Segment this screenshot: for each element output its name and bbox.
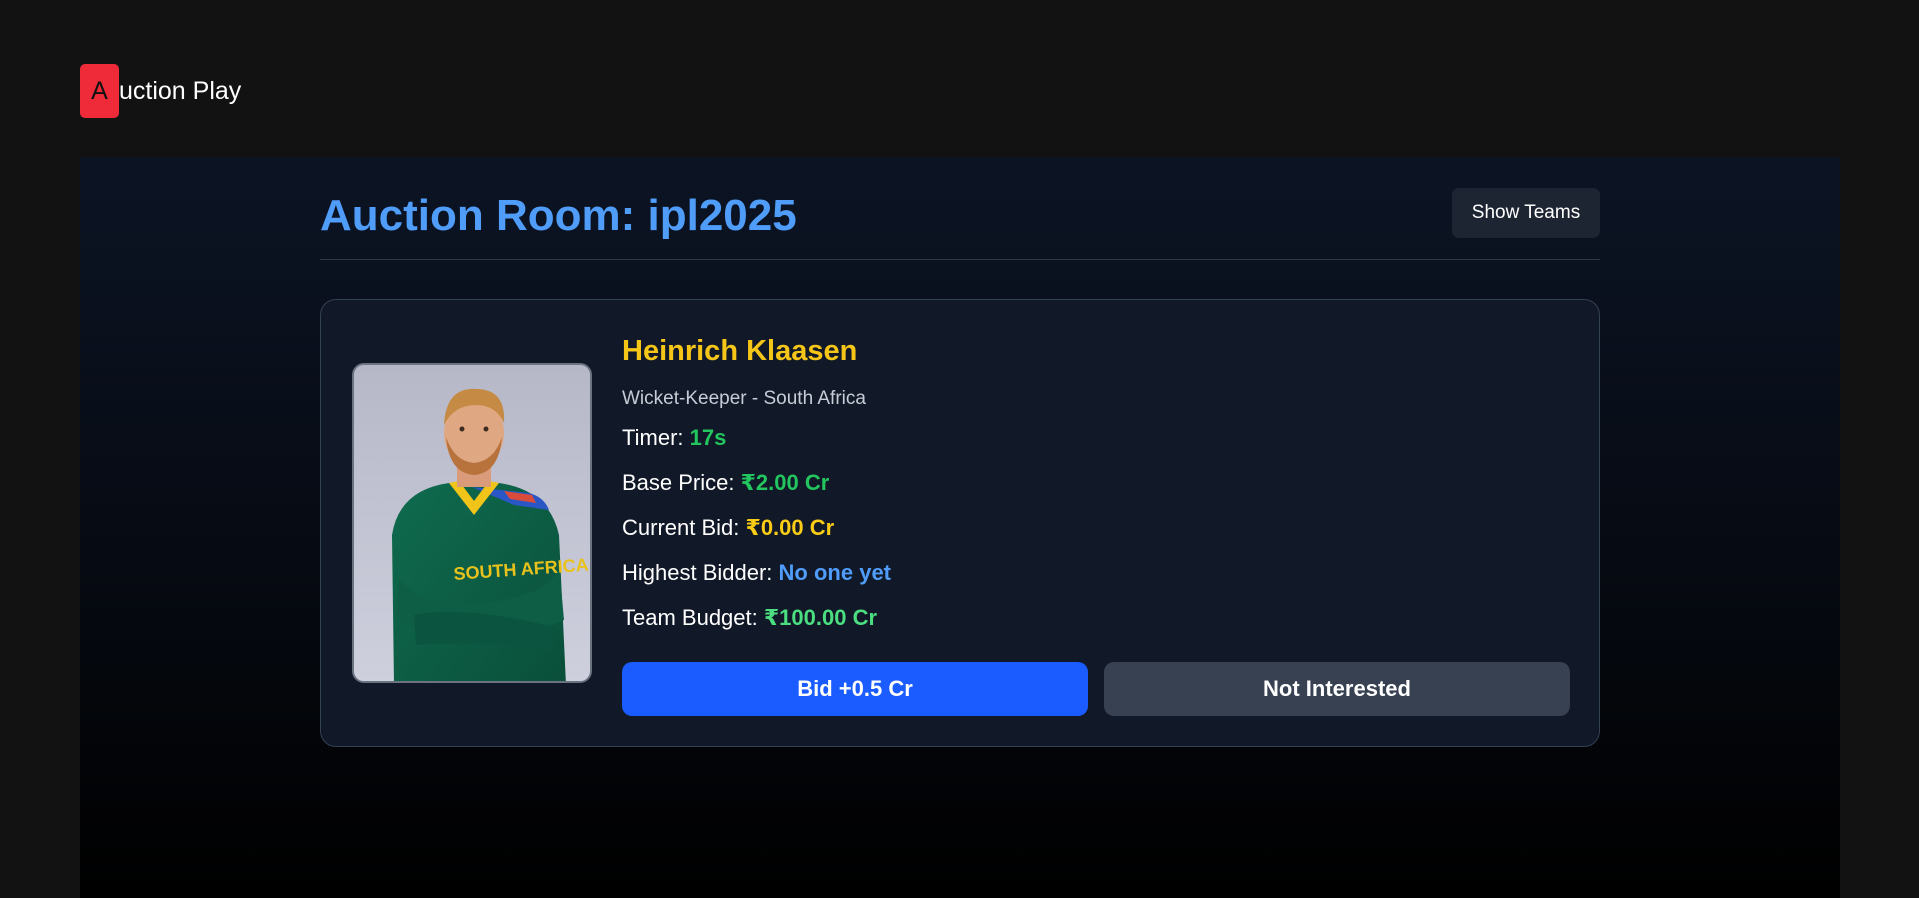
timer-label: Timer: <box>622 425 684 450</box>
base-price-value: ₹2.00 Cr <box>740 470 830 495</box>
team-budget-value: ₹100.00 Cr <box>763 605 878 630</box>
team-budget-stat: Team Budget: ₹100.00 Cr <box>622 604 1570 632</box>
bid-actions: Bid +0.5 Cr Not Interested <box>622 662 1570 716</box>
not-interested-button[interactable]: Not Interested <box>1104 662 1570 716</box>
player-name: Heinrich Klaasen <box>622 335 858 367</box>
player-info: Heinrich Klaasen Wicket-Keeper - South A… <box>622 331 1570 632</box>
highest-bidder-label: Highest Bidder: <box>622 560 773 585</box>
logo-text[interactable]: uction Play <box>119 77 241 106</box>
highest-bidder-stat: Highest Bidder: No one yet <box>622 559 1570 587</box>
app-header: A uction Play <box>80 64 241 118</box>
page-title: Auction Room: ipl2025 <box>320 191 797 240</box>
current-bid-value: ₹0.00 Cr <box>745 515 835 540</box>
player-photo: SOUTH AFRICA <box>352 363 592 683</box>
current-bid-label: Current Bid: <box>622 515 740 540</box>
team-budget-label: Team Budget: <box>622 605 758 630</box>
highest-bidder-value: No one yet <box>778 560 892 585</box>
timer-value: 17s <box>689 425 727 450</box>
current-bid-stat: Current Bid: ₹0.00 Cr <box>622 514 1570 542</box>
base-price-stat: Base Price: ₹2.00 Cr <box>622 469 1570 497</box>
base-price-label: Base Price: <box>622 470 735 495</box>
player-card: SOUTH AFRICA Heinrich Klaasen Wicket-Kee… <box>320 299 1600 747</box>
logo-badge[interactable]: A <box>80 64 119 118</box>
bid-button[interactable]: Bid +0.5 Cr <box>622 662 1088 716</box>
show-teams-button[interactable]: Show Teams <box>1452 188 1600 238</box>
player-portrait-icon: SOUTH AFRICA <box>354 365 590 681</box>
room-header: Auction Room: ipl2025 Show Teams <box>320 188 1600 260</box>
player-role: Wicket-Keeper - South Africa <box>622 388 866 409</box>
timer-stat: Timer: 17s <box>622 424 1570 452</box>
